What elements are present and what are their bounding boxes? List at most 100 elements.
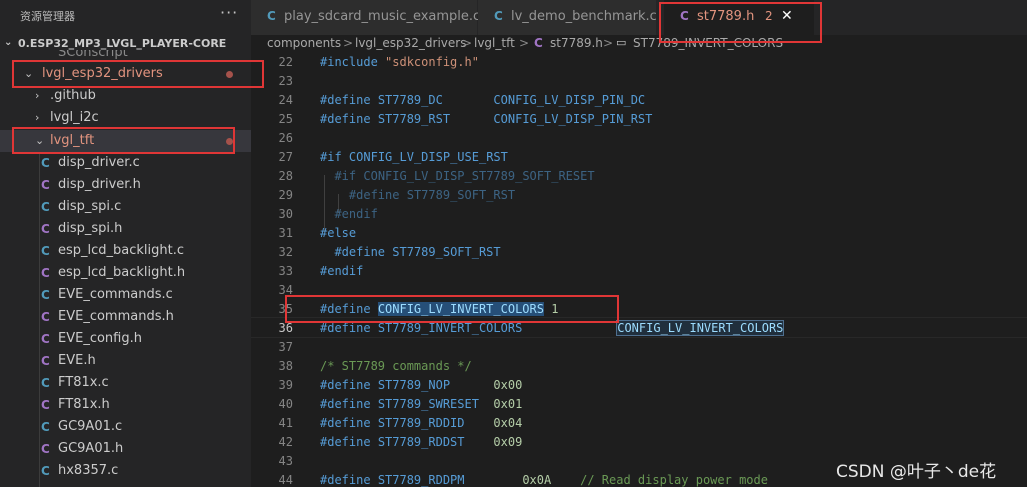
c-file-icon: C [494, 9, 503, 23]
line-number: 33 [278, 264, 293, 278]
code-line-38: /* ST7789 commands */ [320, 359, 472, 373]
code-line-42: #define ST7789_RDDST 0x09 [320, 435, 523, 449]
tab-bar: C play_sdcard_music_example.c C lv_demo_… [251, 0, 1027, 35]
tree-item-label: disp_driver.c [58, 155, 140, 170]
breadcrumb-separator: > [519, 36, 530, 50]
tab-label: play_sdcard_music_example.c [284, 9, 481, 24]
h-file-icon: C [41, 354, 50, 368]
tree-item-label: FT81x.c [58, 375, 109, 390]
line-number: 37 [278, 340, 293, 354]
line-number: 26 [278, 131, 293, 145]
annotation-box-tab [659, 2, 822, 43]
code-line-27: #if CONFIG_LV_DISP_USE_RST [320, 150, 508, 164]
line-number: 24 [278, 93, 293, 107]
tree-file[interactable]: C FT81x.h [0, 394, 251, 416]
line-number: 44 [278, 473, 293, 487]
breadcrumb-separator: > [462, 36, 473, 50]
code-line-29: #define ST7789_SOFT_RST [348, 188, 516, 202]
line-number: 31 [278, 226, 293, 240]
tree-file[interactable]: C GC9A01.c [0, 416, 251, 438]
tree-item-label: lvgl_i2c [50, 110, 99, 125]
c-file-icon: C [41, 288, 50, 302]
tree-file[interactable]: Cdisp_spi.c [0, 196, 251, 218]
chevron-right-icon: › [35, 111, 40, 124]
breadcrumb-item[interactable]: st7789.h [550, 36, 603, 50]
h-file-icon: C [534, 36, 543, 50]
c-file-icon: C [41, 464, 50, 478]
line-number: 29 [278, 188, 293, 202]
tree-file[interactable]: Chx8357.c [0, 460, 251, 482]
tree-file[interactable]: C FT81x.c [0, 372, 251, 394]
tree-item-label: esp_lcd_backlight.h [58, 265, 186, 280]
tree-file[interactable]: C EVE.h [0, 350, 251, 372]
code-line-41: #define ST7789_RDDID 0x04 [320, 416, 523, 430]
tree-file[interactable]: C EVE_commands.h [0, 306, 251, 328]
tree-item-label: EVE_config.h [58, 331, 142, 346]
breadcrumb-item[interactable]: lvgl_tft [474, 36, 515, 50]
h-file-icon: C [41, 332, 50, 346]
tree-file[interactable]: Cdisp_driver.c [0, 152, 251, 174]
tree-item-label: disp_spi.c [58, 199, 122, 214]
breadcrumb-separator: > [603, 36, 614, 50]
h-file-icon: C [41, 266, 50, 280]
tree-folder[interactable]: › .github [0, 85, 251, 107]
breadcrumb-item[interactable]: lvgl_esp32_drivers [355, 36, 466, 50]
indent-guide [39, 153, 40, 487]
tree-file[interactable]: C EVE_config.h [0, 328, 251, 350]
h-file-icon: C [41, 442, 50, 456]
tab-lv-demo-benchmark[interactable]: C lv_demo_benchmark.c [478, 0, 657, 35]
code-editor[interactable]: 22 23 24 25 26 27 28 29 30 31 32 33 34 35 36 37 38 39 40 41… [251, 53, 1027, 487]
code-line-31: #else [320, 226, 357, 240]
tree-item-label: hx8357.c [58, 463, 119, 478]
watermark: CSDN @叶子丶de花 [836, 462, 997, 482]
annotation-box-subfolder [12, 127, 235, 154]
line-number: 28 [278, 169, 293, 183]
tree-item-label: GC9A01.h [58, 441, 124, 456]
breadcrumb-separator: > [343, 36, 354, 50]
code-line-24: #define ST7789_DC CONFIG_LV_DISP_PIN_DC [320, 93, 646, 107]
tree-file[interactable]: Cdisp_driver.h [0, 174, 251, 196]
project-name: 0.ESP32_MP3_LVGL_PLAYER-CORE [18, 37, 227, 50]
tree-folder[interactable]: › lvgl_i2c [0, 107, 251, 129]
tree-item-label: EVE.h [58, 353, 96, 368]
tree-item-label: SConscript [58, 50, 128, 60]
c-file-icon: C [41, 420, 50, 434]
chevron-right-icon: › [35, 89, 40, 102]
code-line-30: #endif [334, 207, 378, 221]
tree-file[interactable]: C EVE_commands.c [0, 284, 251, 306]
annotation-box-define [285, 295, 619, 323]
code-line-25: #define ST7789_RST CONFIG_LV_DISP_PIN_RS… [320, 112, 653, 126]
ellipsis-icon[interactable]: ··· [220, 3, 238, 22]
line-number: 40 [278, 397, 293, 411]
explorer-header: 资源管理器 ··· [0, 0, 251, 32]
h-file-icon: C [41, 178, 50, 192]
line-number: 32 [278, 245, 293, 259]
line-number: 30 [278, 207, 293, 221]
tree-item-label: GC9A01.c [58, 419, 123, 434]
h-file-icon: C [41, 222, 50, 236]
c-file-icon: C [41, 156, 50, 170]
tree-item-label: disp_spi.h [58, 221, 123, 236]
line-number: 39 [278, 378, 293, 392]
tree-item-label: EVE_commands.h [58, 309, 174, 324]
tree-file[interactable]: Cesp_lcd_backlight.c [0, 240, 251, 262]
code-line-28: #if CONFIG_LV_DISP_ST7789_SOFT_RESET [334, 169, 595, 183]
line-number: 43 [278, 454, 293, 468]
breadcrumb: components > lvgl_esp32_drivers > lvgl_t… [251, 35, 1027, 53]
tree-item-label: FT81x.h [58, 397, 110, 412]
code-line-32: #define ST7789_SOFT_RST [334, 245, 501, 259]
c-file-icon: C [41, 376, 50, 390]
tab-play-sdcard-music-example[interactable]: C play_sdcard_music_example.c [251, 0, 481, 35]
breadcrumb-item[interactable]: components [267, 36, 341, 50]
line-number: 42 [278, 435, 293, 449]
line-number: 38 [278, 359, 293, 373]
chevron-down-icon: ⌄ [4, 37, 13, 48]
tree-file[interactable]: Cesp_lcd_backlight.h [0, 262, 251, 284]
tree-file[interactable]: Cdisp_spi.h [0, 218, 251, 240]
code-line-22: #include "sdkconfig.h" [320, 55, 479, 69]
c-file-icon: C [267, 9, 276, 23]
tree-item-label: esp_lcd_backlight.c [58, 243, 185, 258]
tree-file[interactable]: C GC9A01.h [0, 438, 251, 460]
code-line-44: #define ST7789_RDDPM 0x0A // Read displa… [320, 473, 768, 487]
symbol-icon: ▭ [616, 36, 627, 49]
